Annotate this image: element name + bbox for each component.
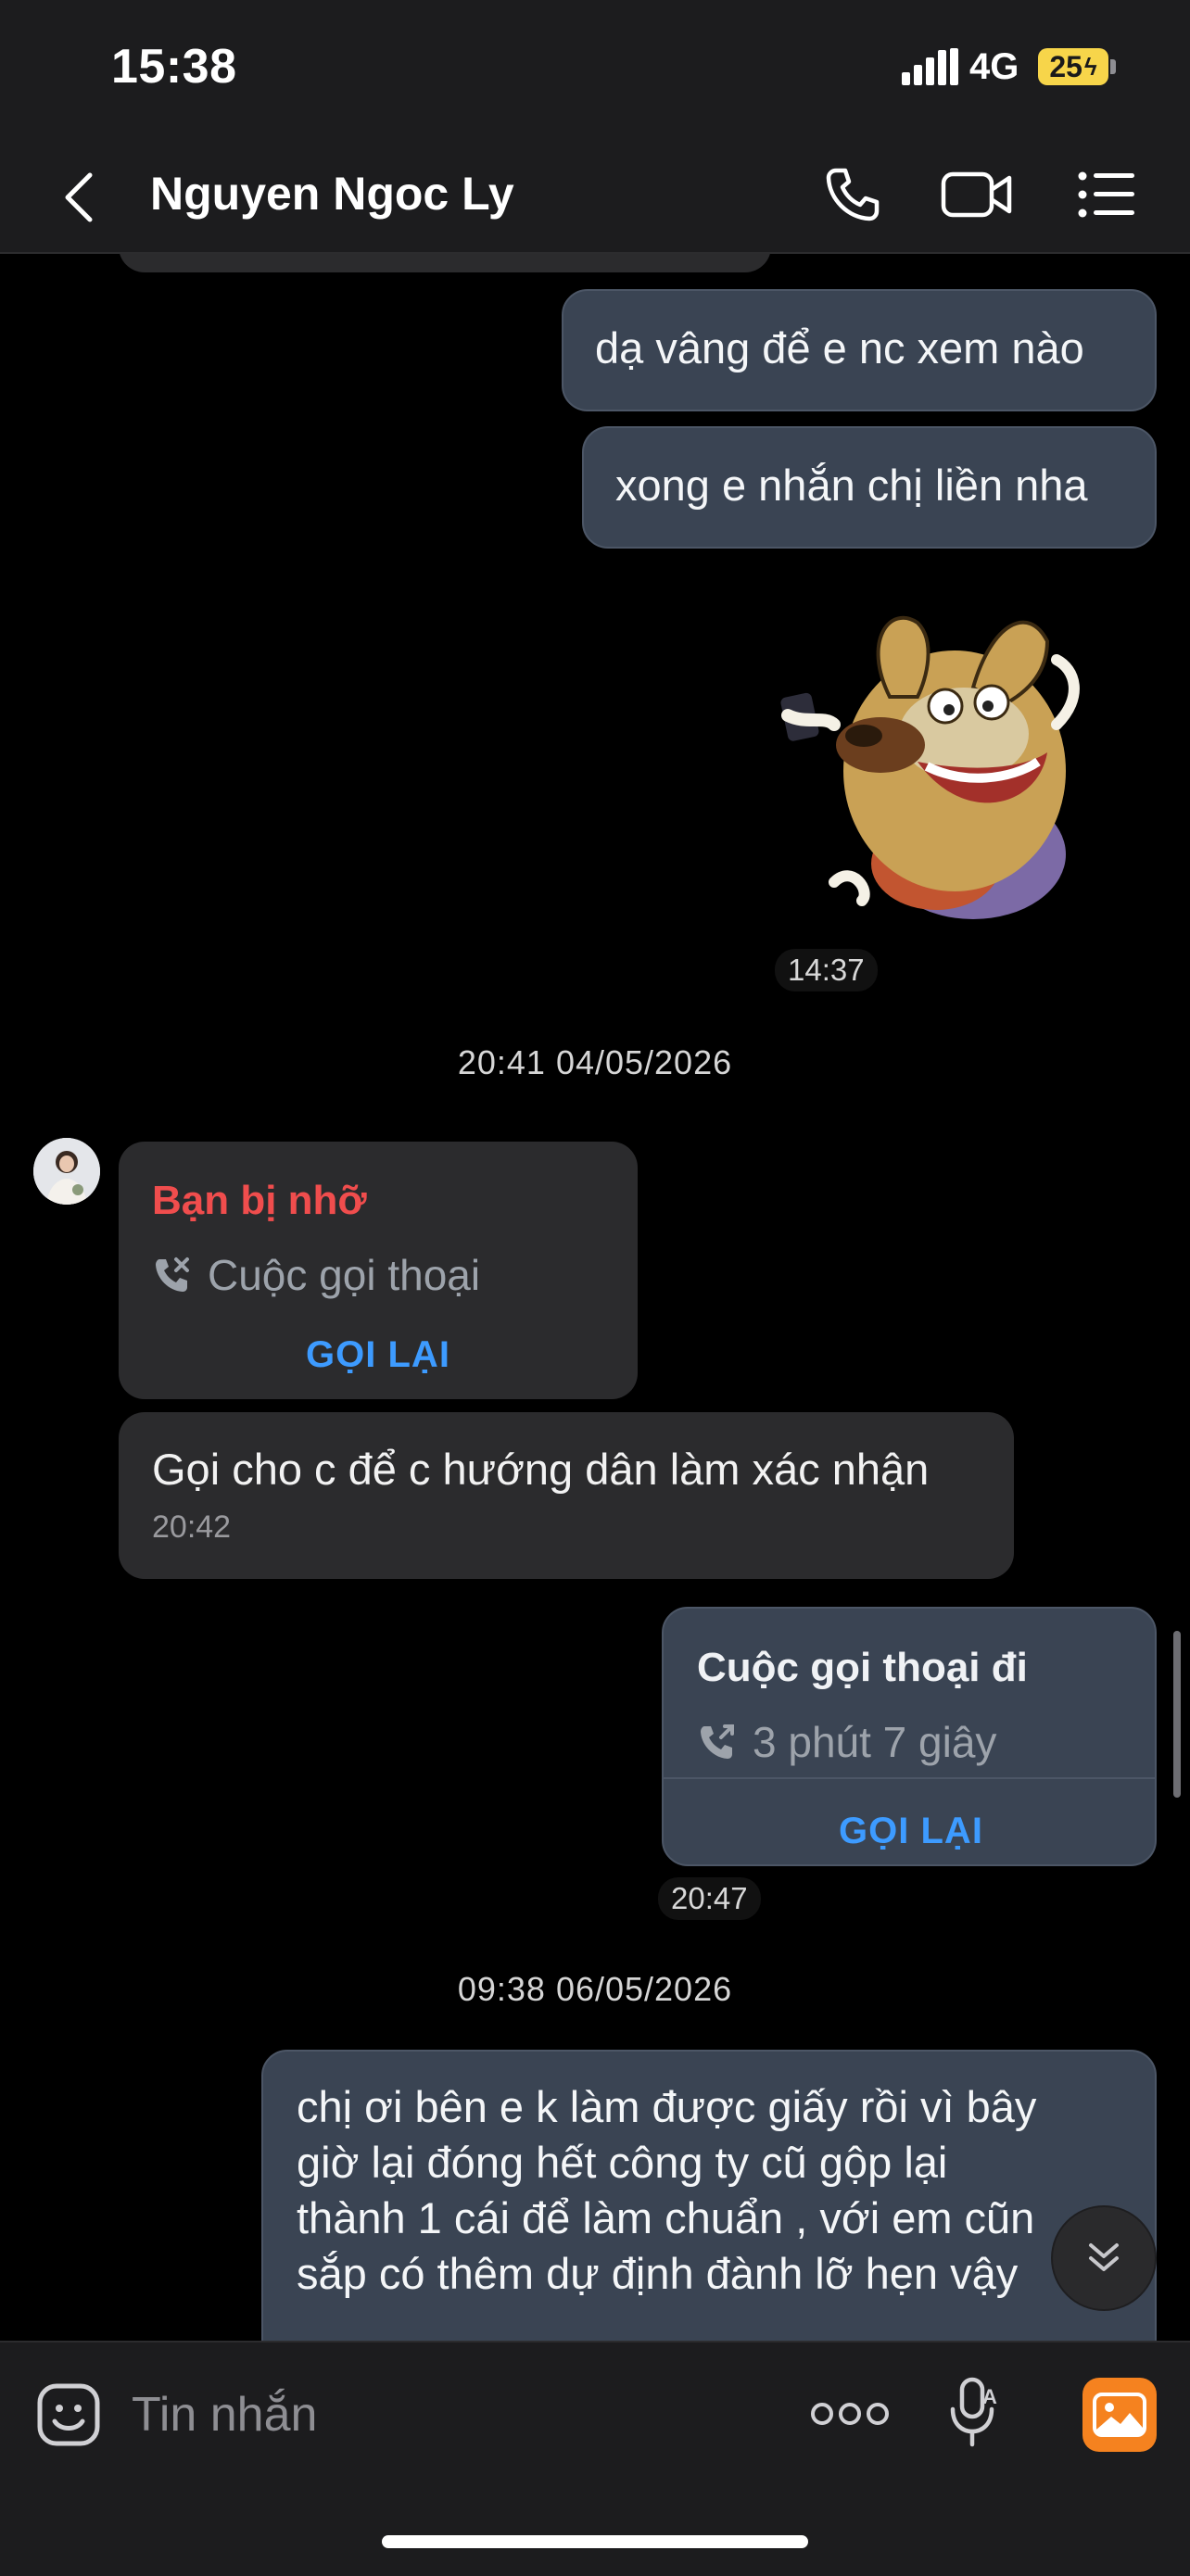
sticker-image[interactable]	[779, 586, 1112, 938]
video-call-button[interactable]	[938, 158, 1016, 232]
message-text-line: sắp có thêm dự định đành lỡ hẹn vậy	[297, 2249, 1019, 2298]
battery-tip	[1110, 59, 1116, 74]
back-icon	[65, 172, 93, 222]
charging-icon: ϟ	[1083, 52, 1097, 81]
send-image-button[interactable]	[1082, 2378, 1157, 2452]
message-text: Gọi cho c để c hướng dân làm xác nhận	[152, 1445, 930, 1494]
scroll-indicator[interactable]	[1173, 1631, 1181, 1798]
double-chevron-down-icon	[1089, 2243, 1119, 2271]
message-bubble-out[interactable]: chị ơi bên e k làm được giấy rồi vì bây …	[261, 2050, 1157, 2341]
message-text-line: giờ lại đóng hết công ty cũ gộp lại	[297, 2138, 948, 2187]
message-input[interactable]	[130, 2381, 764, 2448]
svg-text:A: A	[982, 2385, 997, 2408]
date-separator: 09:38 06/05/2026	[457, 1970, 733, 2008]
missed-call-icon	[156, 1257, 189, 1292]
image-icon	[1093, 2393, 1146, 2437]
missed-call-subtitle-row: Cuộc gọi thoại	[152, 1247, 638, 1303]
battery-indicator: 25 ϟ	[1038, 48, 1108, 85]
outgoing-call-duration: 3 phút 7 giây	[753, 1718, 997, 1766]
missed-call-title: Bạn bị nhỡ	[152, 1178, 367, 1223]
voice-call-button[interactable]	[816, 158, 890, 232]
menu-button[interactable]	[1070, 158, 1144, 232]
call-back-button[interactable]: GỌI LẠI	[119, 1327, 638, 1383]
home-indicator	[382, 2535, 808, 2548]
message-text: dạ vâng để e nc xem nào	[595, 323, 1084, 373]
message-time: 14:37	[775, 949, 878, 991]
avatar-photo	[33, 1138, 100, 1205]
message-bubble-in[interactable]: Gọi cho c để c hướng dân làm xác nhận 20…	[119, 1412, 1014, 1579]
microphone-icon: A	[950, 2377, 997, 2447]
message-time: 20:47	[658, 1877, 761, 1920]
message-bubble-partial[interactable]	[119, 254, 771, 272]
outgoing-call-card[interactable]: Cuộc gọi thoại đi 3 phút 7 giây GỌI LẠI	[662, 1607, 1157, 1866]
call-back-button[interactable]: GỌI LẠI	[664, 1803, 1158, 1859]
sticker-button[interactable]	[32, 2378, 106, 2452]
date-separator: 20:41 04/05/2026	[457, 1043, 733, 1081]
status-time: 15:38	[111, 40, 237, 94]
outgoing-call-subtitle-row: 3 phút 7 giây	[697, 1714, 1155, 1770]
message-text: xong e nhắn chị liền nha	[615, 461, 1088, 510]
emoji-icon	[37, 2383, 100, 2446]
message-list[interactable]: dạ vâng để e nc xem nào xong e nhắn chị …	[0, 254, 1190, 2341]
network-type: 4G	[969, 46, 1019, 87]
outgoing-call-title: Cuộc gọi thoại đi	[697, 1645, 1028, 1690]
battery-level: 25	[1049, 49, 1082, 83]
phone-icon	[826, 168, 880, 221]
missed-call-subtitle: Cuộc gọi thoại	[208, 1251, 481, 1299]
contact-name[interactable]: Nguyen Ngoc Ly	[150, 167, 514, 221]
scroll-to-bottom-button[interactable]	[1053, 2207, 1155, 2309]
more-options-button[interactable]	[799, 2381, 901, 2446]
message-text-line: chị ơi bên e k làm được giấy rồi vì bây	[297, 2082, 1037, 2131]
signal-icon	[902, 48, 958, 85]
back-button[interactable]	[46, 165, 111, 230]
missed-call-card[interactable]: Bạn bị nhỡ Cuộc gọi thoại GỌI LẠI	[119, 1142, 638, 1399]
outgoing-call-icon	[701, 1724, 734, 1759]
message-text-line: thành 1 cái để làm chuẩn , với em cũn	[297, 2193, 1035, 2242]
contact-avatar[interactable]	[33, 1138, 100, 1205]
video-icon	[941, 171, 1012, 218]
menu-icon	[1078, 171, 1134, 218]
more-dots-icon	[811, 2403, 889, 2425]
message-bubble-out[interactable]: dạ vâng để e nc xem nào	[562, 289, 1157, 411]
message-time: 20:42	[152, 1509, 232, 1545]
voice-to-text-button[interactable]: A	[938, 2372, 1008, 2454]
call-card-divider	[664, 1777, 1155, 1779]
message-bubble-out[interactable]: xong e nhắn chị liền nha	[582, 426, 1157, 549]
